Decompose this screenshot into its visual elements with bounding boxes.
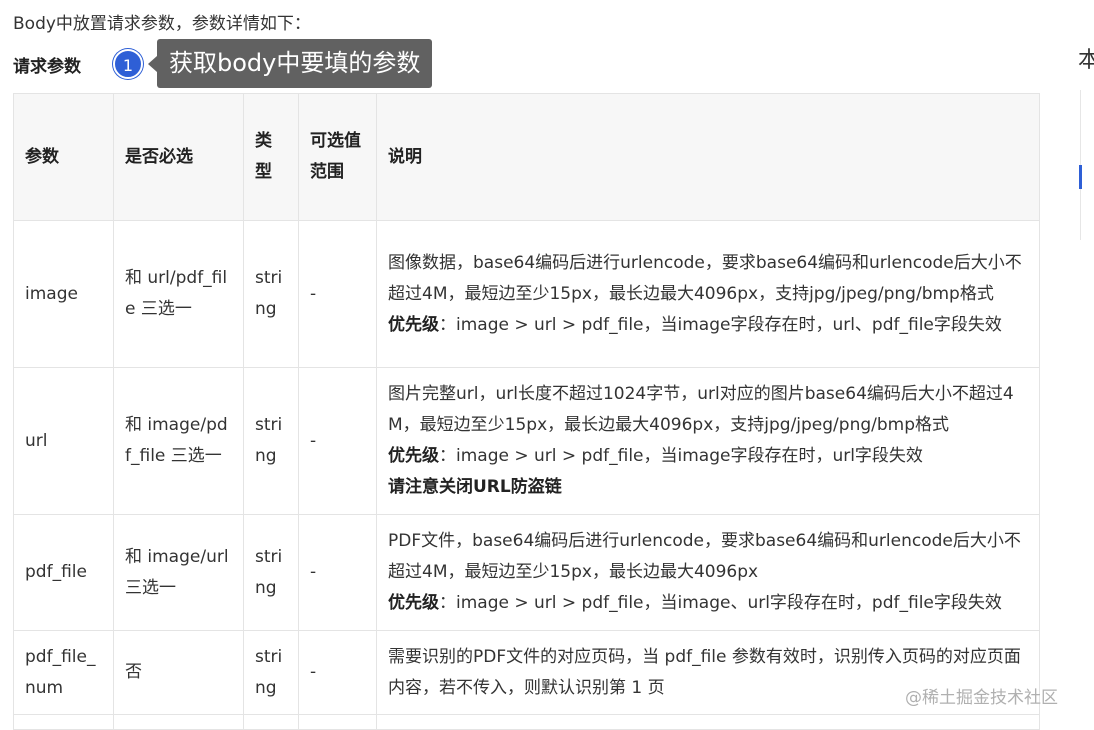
priority-line: 优先级：image > url > pdf_file，当image字段存在时，u… [388, 441, 1028, 472]
desc-text: 图片完整url，url长度不超过1024字节，url对应的图片base64编码后… [388, 384, 1014, 435]
request-params-table: 参数 是否必选 类型 可选值范围 说明 image 和 url/pdf_file… [13, 93, 1040, 730]
desc-text: PDF文件，base64编码后进行urlencode，要求base64编码和ur… [388, 531, 1021, 582]
url-hotlink-note: 请注意关闭URL防盗链 [388, 477, 562, 497]
priority-text: ：image > url > pdf_file，当image字段存在时，url、… [439, 314, 1002, 335]
cell-required: 和 url/pdf_file 三选一 [113, 220, 244, 368]
table-row: pdf_file_num 否 string - 需要识别的PDF文件的对应页码，… [13, 630, 1040, 715]
cell-range: - [298, 630, 377, 715]
toc-title-fragment: 本 [1078, 48, 1094, 73]
priority-text: ：image > url > pdf_file，当image、url字段存在时，… [439, 593, 1002, 613]
desc-text: 图像数据，base64编码后进行urlencode，要求base64编码和url… [388, 252, 1022, 304]
priority-text: ：image > url > pdf_file，当image字段存在时，url字… [439, 446, 923, 466]
table-row-partial [13, 714, 1040, 730]
cell-param: pdf_file [13, 514, 114, 631]
watermark: @稀土掘金技术社区 [905, 688, 1058, 708]
priority-label: 优先级 [388, 314, 439, 335]
toc-active-indicator [1079, 165, 1082, 189]
section-title: 请求参数 [13, 57, 81, 77]
cell-required: 和 image/pdf_file 三选一 [113, 367, 244, 515]
cell-range: - [298, 514, 377, 631]
table-row: image 和 url/pdf_file 三选一 string - 图像数据，b… [13, 220, 1040, 368]
table-row: url 和 image/pdf_file 三选一 string - 图片完整ur… [13, 367, 1040, 515]
intro-text: Body中放置请求参数，参数详情如下： [13, 14, 311, 34]
step-marker-badge: 1 [113, 49, 143, 79]
table-header-row: 参数 是否必选 类型 可选值范围 说明 [13, 93, 1040, 221]
cell-param: pdf_file_num [13, 630, 114, 715]
annotation-tooltip: 获取body中要填的参数 [147, 39, 433, 88]
header-param: 参数 [13, 93, 114, 221]
cell-param: url [13, 367, 114, 515]
header-required: 是否必选 [113, 93, 244, 221]
priority-line: 优先级：image > url > pdf_file，当image字段存在时，u… [388, 310, 1028, 341]
cell-type: string [243, 367, 299, 515]
cell-description: 图片完整url，url长度不超过1024字节，url对应的图片base64编码后… [376, 367, 1040, 515]
header-type: 类型 [243, 93, 299, 221]
cell-type: string [243, 514, 299, 631]
cell-type: string [243, 630, 299, 715]
priority-label: 优先级 [388, 593, 439, 613]
cell-param: image [13, 220, 114, 368]
cell-description: 图像数据，base64编码后进行urlencode，要求base64编码和url… [376, 220, 1040, 368]
cell-required: 否 [113, 630, 244, 715]
cell-type: string [243, 220, 299, 368]
table-row: pdf_file 和 image/url 三选一 string - PDF文件，… [13, 514, 1040, 631]
priority-label: 优先级 [388, 446, 439, 466]
priority-line: 优先级：image > url > pdf_file，当image、url字段存… [388, 588, 1028, 619]
header-range: 可选值范围 [298, 93, 377, 221]
header-description: 说明 [376, 93, 1040, 221]
cell-range: - [298, 367, 377, 515]
cell-description: PDF文件，base64编码后进行urlencode，要求base64编码和ur… [376, 514, 1040, 631]
cell-required: 和 image/url 三选一 [113, 514, 244, 631]
cell-range: - [298, 220, 377, 368]
